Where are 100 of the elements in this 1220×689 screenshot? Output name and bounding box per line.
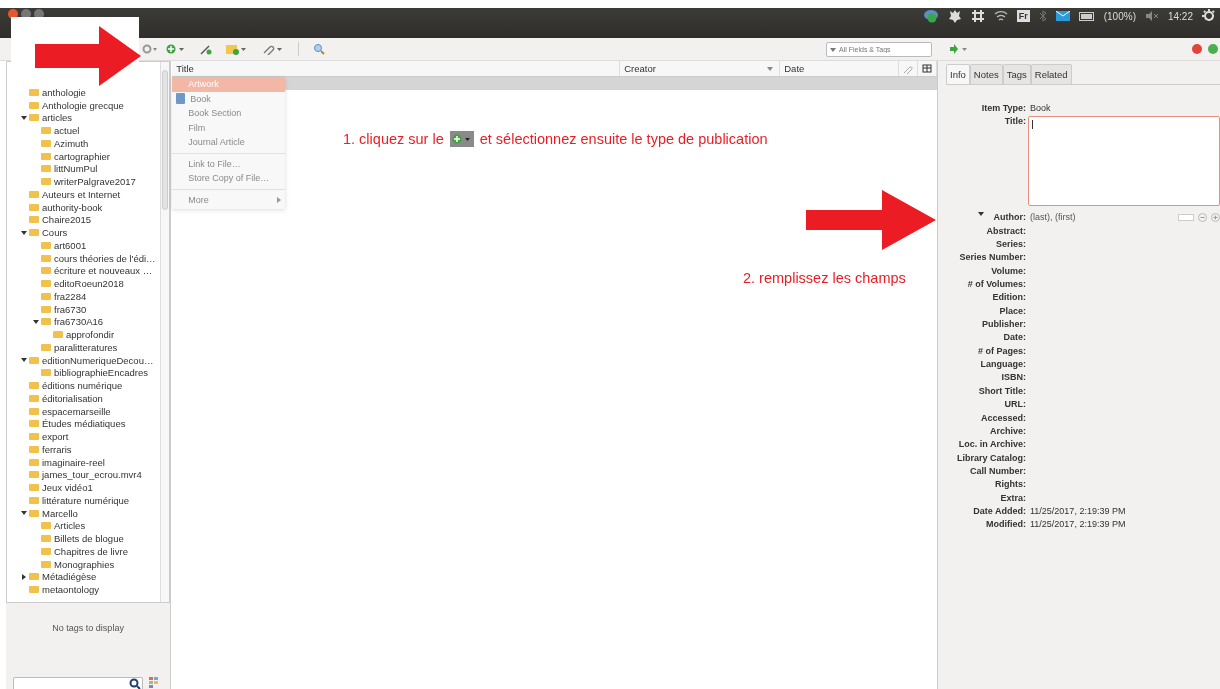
tab[interactable]: Notes (969, 64, 1003, 84)
column-header[interactable]: Date (780, 61, 900, 76)
collection-item[interactable]: littNumPul (54, 163, 98, 175)
title-field[interactable] (1028, 116, 1220, 207)
collection-item[interactable]: Monographies (54, 558, 115, 570)
collection-item[interactable]: Chaire2015 (42, 214, 92, 226)
wand-icon[interactable] (200, 43, 212, 55)
collection-item[interactable]: paralitteratures (54, 341, 118, 353)
collection-item[interactable]: fra6730 (54, 303, 87, 315)
field-value[interactable]: Book (1026, 103, 1051, 113)
menu-item[interactable]: Book Section (172, 106, 286, 121)
battery-icon[interactable] (1078, 11, 1095, 21)
triangle-down-icon[interactable] (21, 510, 27, 517)
menu-item[interactable]: Journal Article (172, 135, 286, 150)
collection-item[interactable]: imaginaire-reel (42, 456, 105, 468)
triangle-down-icon[interactable] (21, 114, 27, 121)
collection-item[interactable]: écriture et nouveaux … (54, 265, 153, 277)
collection-item[interactable]: Marcello (42, 507, 78, 519)
collection-item[interactable]: art6001 (54, 239, 87, 251)
field-label: Edition: (991, 292, 1026, 303)
collection-item[interactable]: bibliographieEncadres (54, 367, 148, 379)
collection-item[interactable]: ferraris (42, 443, 72, 455)
field-value[interactable]: 11/25/2017, 2:19:39 PM (1026, 505, 1126, 516)
field-label: Short Title: (977, 385, 1026, 396)
triangle-right-icon[interactable] (21, 573, 27, 580)
collection-item[interactable]: fra6730A16 (54, 316, 104, 328)
collection-item[interactable]: export (42, 431, 69, 443)
battery-percentage: (100%) (1103, 10, 1136, 22)
collection-item[interactable]: metaontology (42, 584, 100, 596)
new-item-icon (449, 131, 474, 147)
field-value[interactable]: 11/25/2017, 2:19:39 PM (1026, 519, 1126, 530)
collection-item[interactable]: Auteurs et Internet (42, 188, 121, 200)
field-label: Title: (1003, 116, 1026, 127)
bluetooth-icon[interactable] (1038, 10, 1047, 22)
minus-icon[interactable] (1198, 213, 1207, 223)
collection-item[interactable]: littérature numérique (42, 494, 130, 506)
collection-item[interactable]: Jeux vidéo1 (42, 482, 93, 494)
field-label: Archive: (989, 425, 1026, 436)
wifi-icon[interactable] (993, 10, 1008, 22)
column-header[interactable]: Title (172, 61, 621, 76)
field-label: Date Added: (972, 505, 1026, 516)
alert-icon[interactable] (1192, 44, 1202, 54)
arrow-right-icon[interactable] (949, 44, 969, 54)
collection-item[interactable]: éditions numérique (42, 380, 123, 392)
field-label: Author: (993, 212, 1026, 223)
collection-item[interactable]: cours théories de l'édi… (54, 252, 156, 264)
collection-item[interactable]: authority-book (42, 201, 103, 213)
collection-item[interactable]: cartographier (54, 150, 110, 162)
empty-tags-message: No tags to display (51, 622, 125, 633)
field-label: ISBN: (1000, 372, 1026, 383)
collection-item[interactable]: Chapitres de livre (54, 545, 128, 557)
collection-item[interactable]: anthologie (42, 86, 86, 98)
collection-item[interactable]: Azimuth (54, 137, 89, 149)
caret-icon[interactable] (977, 212, 984, 217)
search-icon (129, 678, 141, 689)
collection-item[interactable]: espacemarseille (42, 405, 111, 417)
new-item-icon[interactable] (166, 44, 186, 54)
hash-icon[interactable] (970, 9, 985, 23)
sync-icon[interactable] (1208, 44, 1218, 54)
tag-selector-icon[interactable] (149, 677, 161, 689)
collection-item[interactable]: actuel (54, 125, 80, 137)
collection-item[interactable]: Billets de blogue (54, 533, 124, 545)
speaker-muted-icon[interactable] (1144, 11, 1159, 21)
tag-filter-field[interactable] (13, 677, 143, 689)
collection-item[interactable]: james_tour_ecrou.mvr4 (42, 469, 142, 481)
plus-icon[interactable] (1211, 213, 1220, 223)
collection-item[interactable]: editoRoeun2018 (54, 278, 124, 290)
collection-item[interactable]: fra2284 (54, 290, 87, 302)
collection-item[interactable]: Métadiégèse (42, 571, 97, 583)
tab[interactable]: Info (946, 64, 970, 84)
author-value[interactable]: (last), (first) (1026, 212, 1076, 223)
column-header[interactable]: Creator (620, 61, 781, 76)
gear-icon[interactable] (142, 44, 158, 54)
collection-item[interactable]: approfondir (66, 329, 115, 341)
collection-item[interactable]: Études médiatiques (42, 418, 126, 430)
new-note-icon[interactable] (226, 43, 248, 55)
field-label: # of Pages: (977, 345, 1026, 356)
collection-item[interactable]: Articles (54, 520, 86, 532)
collection-item[interactable]: éditorialisation (42, 392, 103, 404)
keyboard-layout-indicator[interactable]: Fr (1016, 10, 1030, 22)
menu-item[interactable]: More (172, 192, 286, 207)
triangle-down-icon[interactable] (33, 318, 39, 325)
field-label: Rights: (994, 479, 1026, 490)
paperclip-icon[interactable] (262, 43, 284, 55)
search-icon[interactable] (313, 43, 325, 55)
collection-item[interactable]: editionNumeriqueDecou… (42, 354, 154, 366)
scrollbar[interactable] (160, 62, 170, 602)
clock[interactable]: 14:22 (1167, 10, 1193, 22)
collection-item[interactable]: writerPalgrave2017 (54, 176, 136, 188)
sort-arrow-icon[interactable] (767, 66, 774, 71)
mail-icon[interactable] (1055, 11, 1070, 21)
triangle-down-icon[interactable] (21, 229, 27, 236)
tab[interactable]: Tags (1002, 64, 1031, 84)
tab[interactable]: Related (1030, 64, 1072, 84)
collection-item[interactable]: articles (42, 112, 73, 124)
collection-item[interactable]: Anthologie grecque (42, 99, 124, 111)
switch-icon[interactable] (1178, 214, 1194, 222)
menu-item[interactable]: Store Copy of File… (172, 171, 286, 186)
triangle-down-icon[interactable] (21, 357, 27, 364)
collection-item[interactable]: Cours (42, 227, 68, 239)
